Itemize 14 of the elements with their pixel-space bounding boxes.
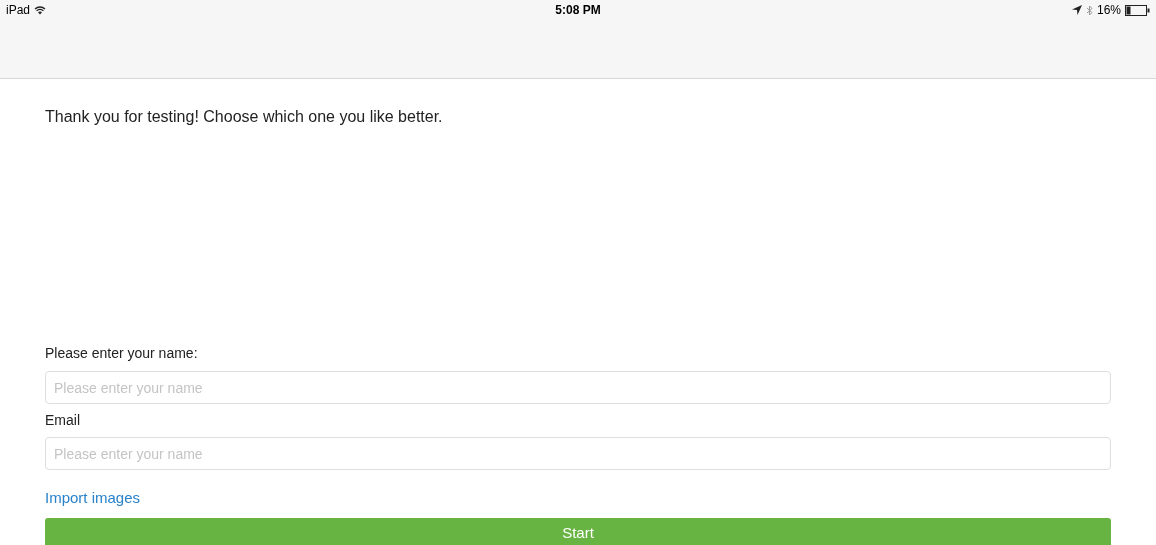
device-name: iPad <box>6 2 31 19</box>
input-field[interactable]: Please enter your name <box>45 437 1111 470</box>
battery-icon <box>1125 4 1150 16</box>
bluetooth-icon <box>1085 4 1093 16</box>
input-field[interactable]: Please enter your name <box>45 371 1111 404</box>
location-arrow-icon <box>1071 5 1082 15</box>
instruction-text: Thank you for testing! Choose which one you like better. <box>45 107 444 127</box>
wifi-icon <box>34 5 47 15</box>
clock-time: 5:08 PM <box>555 2 601 19</box>
start-button[interactable]: Start <box>45 517 1111 545</box>
field-label: Please enter your name: <box>45 344 199 363</box>
battery-percentage: 16% <box>1096 2 1121 19</box>
field-label: Email <box>45 411 81 430</box>
import-images-link[interactable]: Import images <box>45 487 141 510</box>
